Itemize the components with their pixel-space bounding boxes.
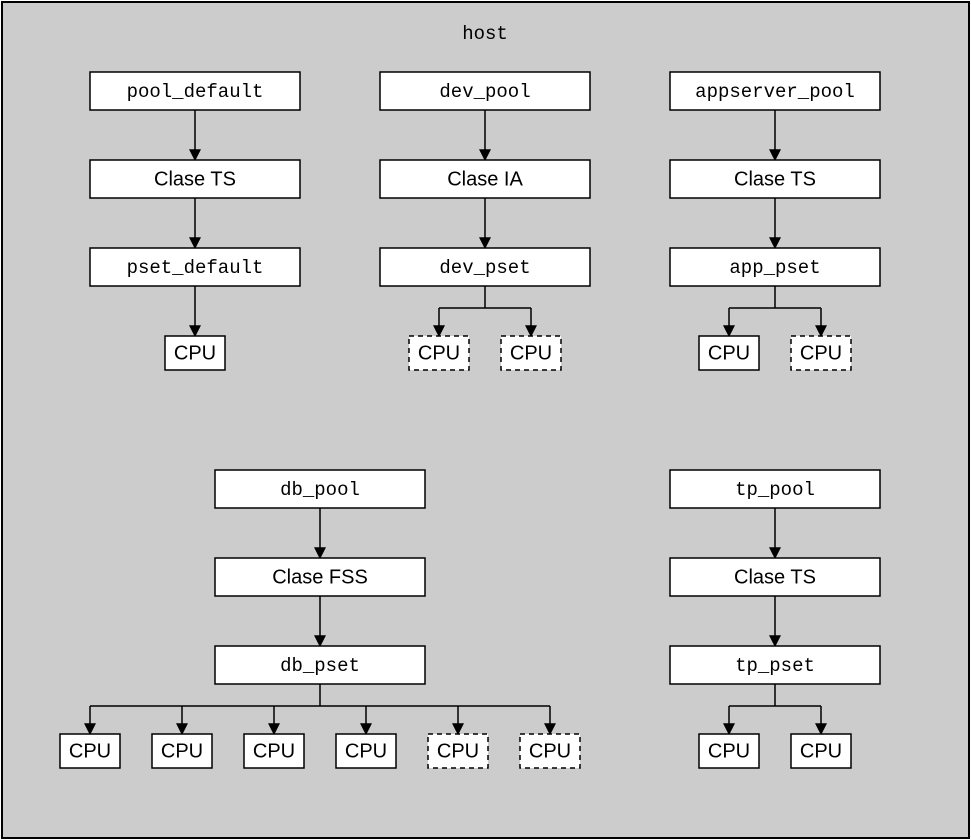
top2-pool-label: appserver_pool [695,81,855,103]
top1-cpu-label-0: CPU [418,342,460,364]
host-title: host [462,23,508,45]
top0-pool-label: pool_default [127,81,264,103]
bot1-cpu-label-1: CPU [800,740,842,762]
bot1-pool-label: tp_pool [735,479,815,501]
top0-class-label: Clase TS [154,168,236,190]
top0-cpu-label-0: CPU [174,342,216,364]
bot0-cpu-label-1: CPU [161,740,203,762]
bot0-class-label: Clase FSS [272,566,368,588]
top1-class-label: Clase IA [447,168,523,190]
bot0-cpu-label-2: CPU [253,740,295,762]
bot0-cpu-label-0: CPU [69,740,111,762]
top2-cpu-label-0: CPU [708,342,750,364]
top2-pset-label: app_pset [729,257,820,279]
bot0-cpu-label-5: CPU [529,740,571,762]
bot1-pset-label: tp_pset [735,655,815,677]
bot1-class-label: Clase TS [734,566,816,588]
top0-pset-label: pset_default [127,257,264,279]
top2-class-label: Clase TS [734,168,816,190]
top1-pool-label: dev_pool [439,81,530,103]
top1-pset-label: dev_pset [439,257,530,279]
top1-cpu-label-1: CPU [510,342,552,364]
bot0-pool-label: db_pool [280,479,360,501]
bot0-cpu-label-3: CPU [345,740,387,762]
top2-cpu-label-1: CPU [800,342,842,364]
bot0-cpu-label-4: CPU [437,740,479,762]
bot0-pset-label: db_pset [280,655,360,677]
bot1-cpu-label-0: CPU [708,740,750,762]
